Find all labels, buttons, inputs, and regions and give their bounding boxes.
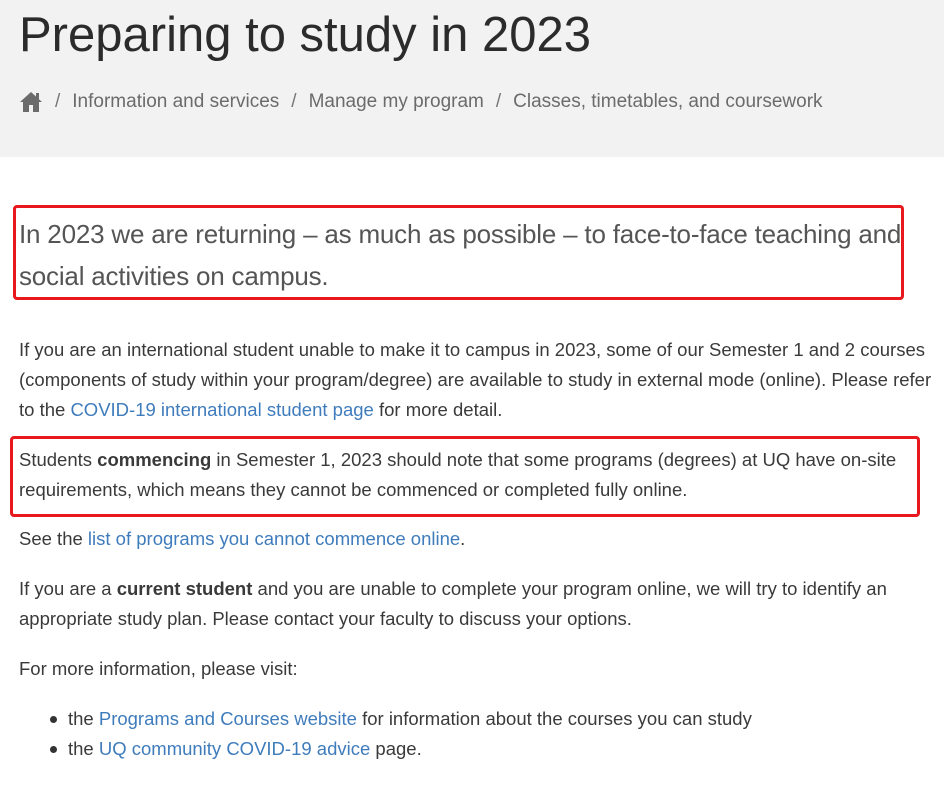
breadcrumb-classes-timetables[interactable]: Classes, timetables, and coursework xyxy=(513,91,822,113)
more-information-paragraph: For more information, please visit: xyxy=(19,658,298,679)
commencing-students-paragraph: Students commencing in Semester 1, 2023 … xyxy=(19,445,934,505)
covid-international-student-page-link[interactable]: COVID-19 international student page xyxy=(70,399,373,420)
programs-and-courses-link[interactable]: Programs and Courses website xyxy=(99,708,357,729)
breadcrumb-separator: / xyxy=(495,91,502,112)
list-of-programs-paragraph: See the list of programs you cannot comm… xyxy=(19,524,934,554)
breadcrumb-separator: / xyxy=(55,91,61,112)
paragraph-text: See the xyxy=(19,528,88,549)
more-information-list: the Programs and Courses website for inf… xyxy=(19,704,929,764)
current-student-paragraph: If you are a current student and you are… xyxy=(19,574,934,634)
paragraph-text: Students xyxy=(19,449,98,470)
breadcrumb-separator: / xyxy=(291,91,297,112)
uq-covid-advice-link[interactable]: UQ community COVID-19 advice xyxy=(99,738,370,759)
breadcrumb-manage-my-program[interactable]: Manage my program xyxy=(309,91,484,113)
home-icon[interactable] xyxy=(19,90,43,114)
lead-paragraph: In 2023 we are returning – as much as po… xyxy=(19,219,902,291)
list-item-text: the xyxy=(68,708,99,729)
page-header: Preparing to study in 2023 / Information… xyxy=(0,0,944,157)
international-student-paragraph: If you are an international student unab… xyxy=(19,335,934,425)
breadcrumb: / Information and services / Manage my p… xyxy=(19,89,823,115)
breadcrumb-information-and-services[interactable]: Information and services xyxy=(72,91,279,113)
list-item-text: page. xyxy=(370,738,422,759)
bold-commencing: commencing xyxy=(97,449,212,470)
list-item: the Programs and Courses website for inf… xyxy=(49,704,929,734)
paragraph-text: If you are a xyxy=(19,578,117,599)
page-title: Preparing to study in 2023 xyxy=(19,8,592,62)
paragraph-text: . xyxy=(460,528,466,549)
list-item: the UQ community COVID-19 advice page. xyxy=(49,734,929,764)
bold-current-student: current student xyxy=(116,578,253,599)
list-of-programs-link[interactable]: list of programs you cannot commence onl… xyxy=(88,528,460,549)
paragraph-text: for more detail. xyxy=(373,399,503,420)
list-item-text: for information about the courses you ca… xyxy=(356,708,752,729)
list-item-text: the xyxy=(68,738,99,759)
